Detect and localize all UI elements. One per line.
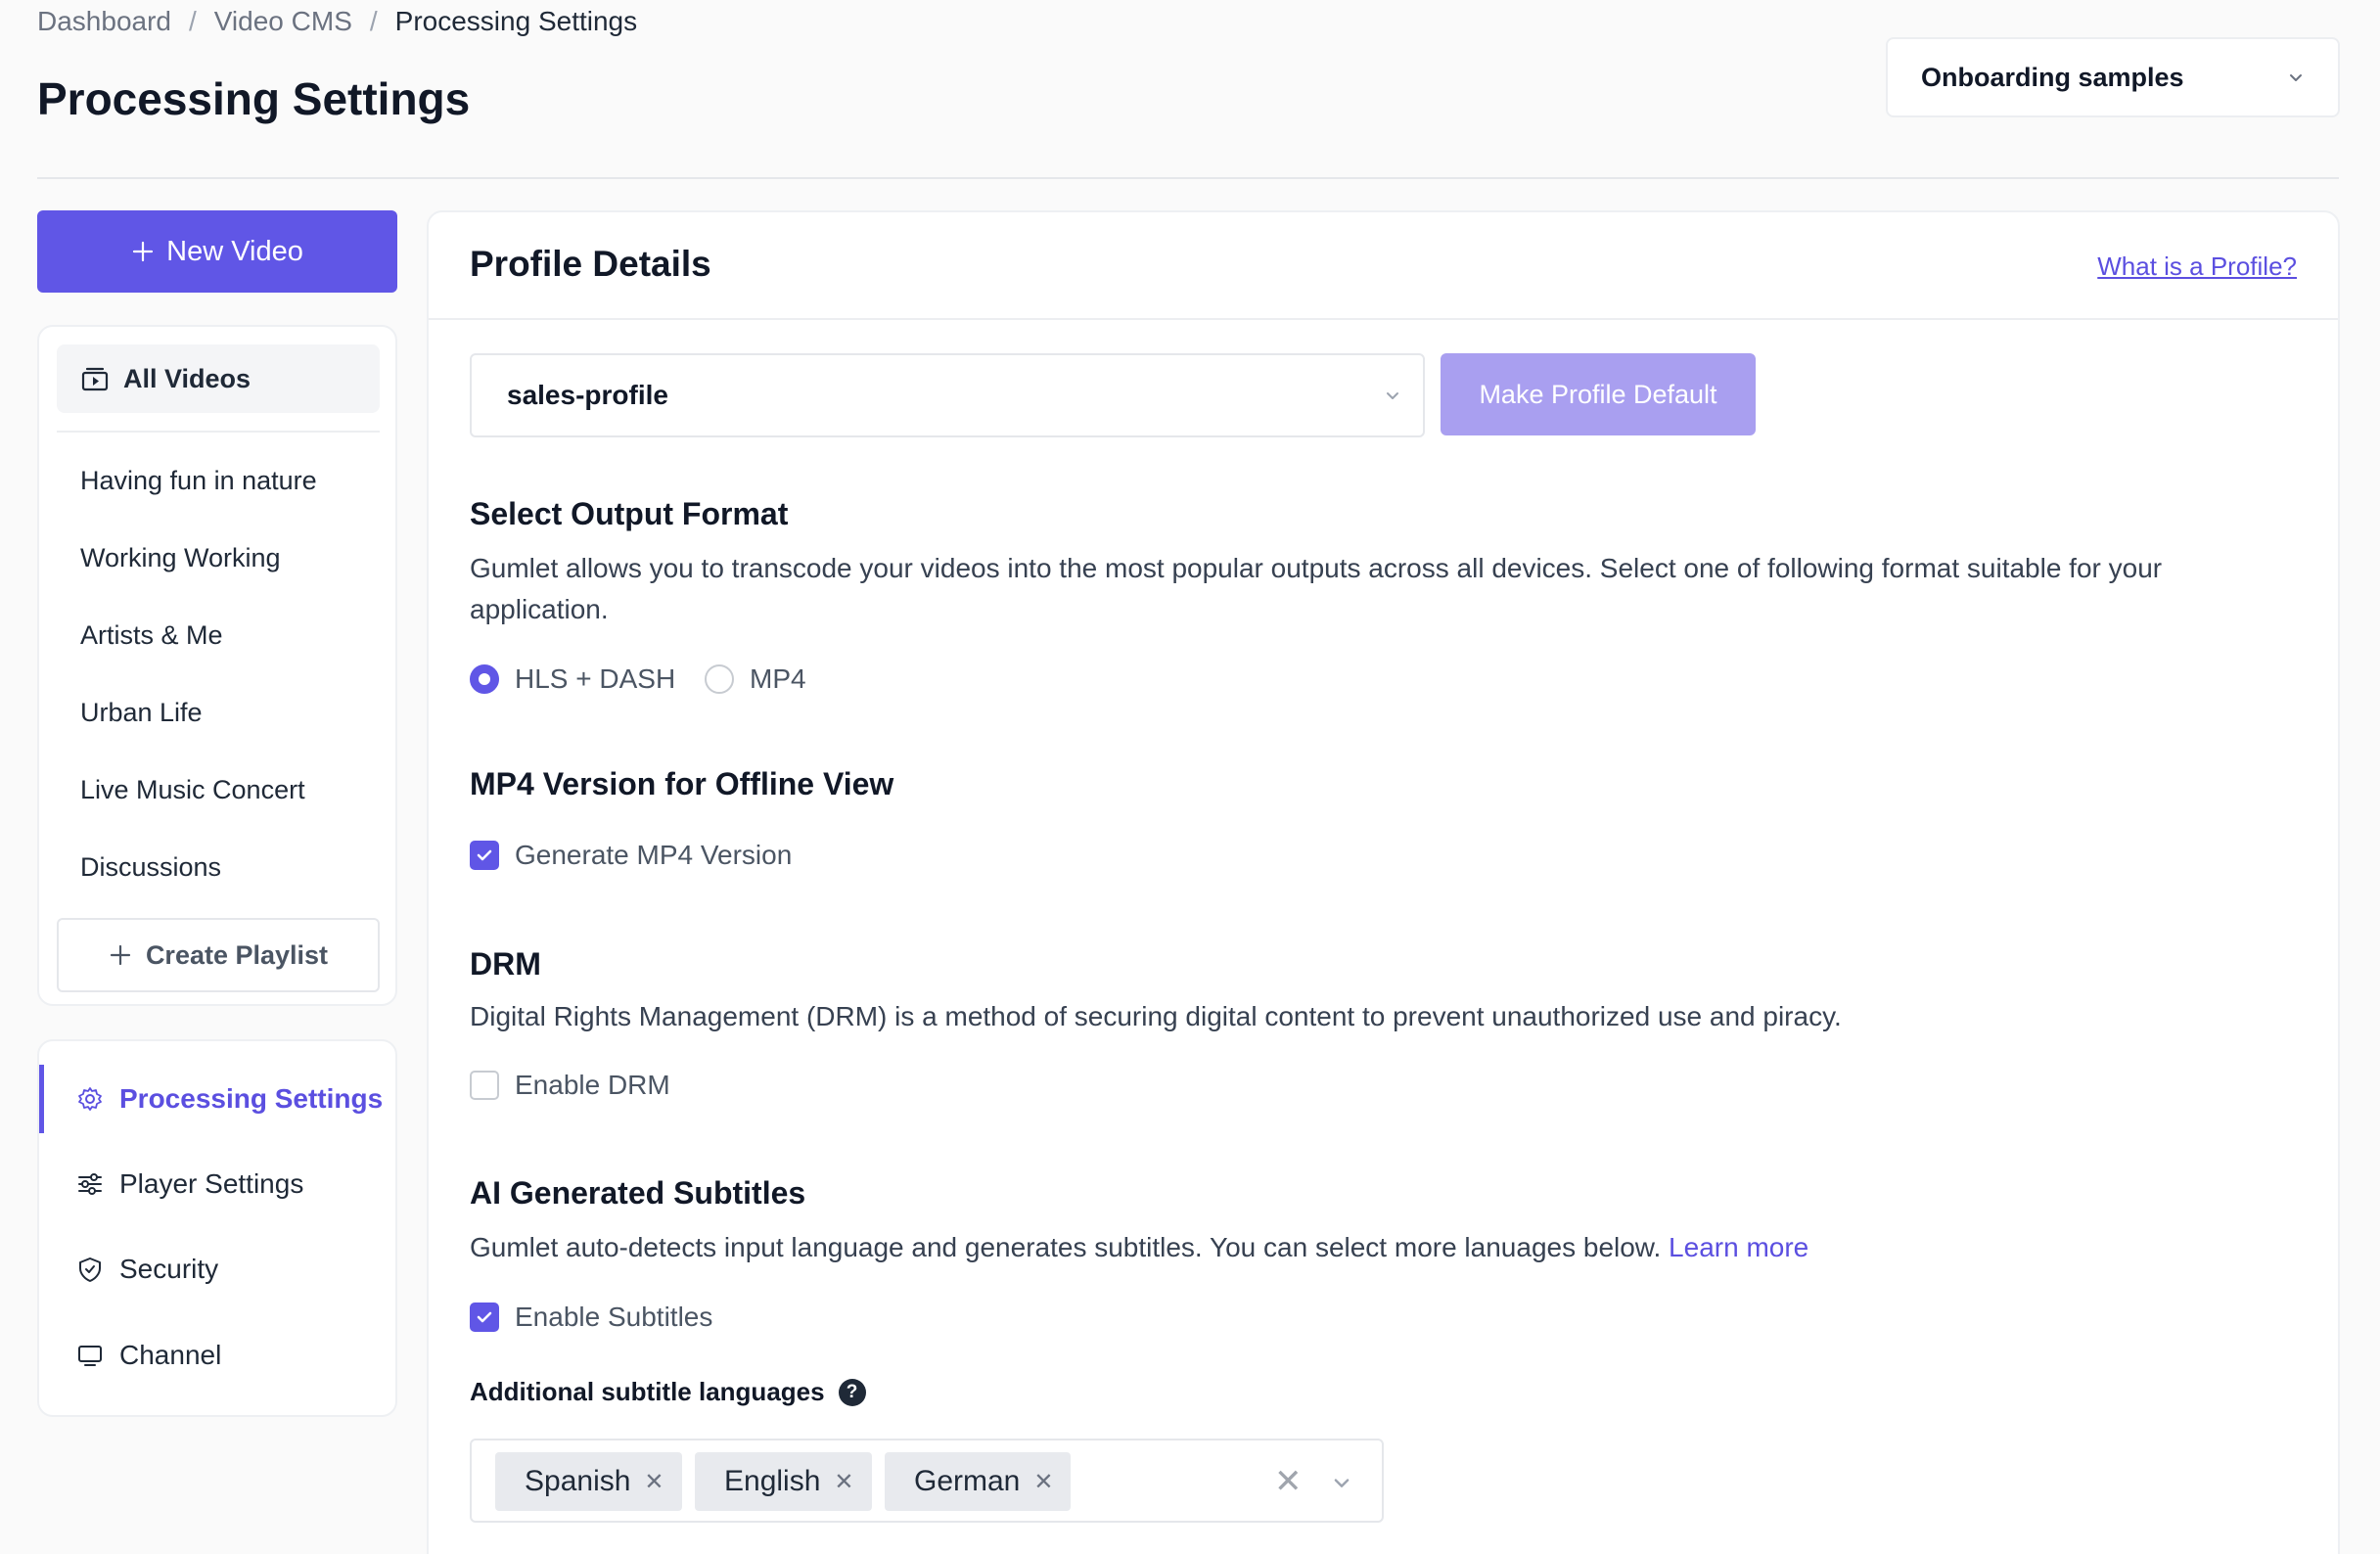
profile-details-panel: Profile Details What is a Profile? sales… xyxy=(427,210,2340,1554)
playlist-item[interactable]: Artists & Me xyxy=(80,620,223,651)
monitor-icon xyxy=(78,1346,102,1366)
video-library-icon xyxy=(81,367,109,391)
subtitles-title: AI Generated Subtitles xyxy=(470,1175,806,1211)
playlist-item[interactable]: Urban Life xyxy=(80,698,203,728)
output-format-title: Select Output Format xyxy=(470,496,789,531)
header-divider xyxy=(37,177,2339,179)
subtitle-languages-select[interactable]: Spanish ✕ English ✕ German ✕ ✕ xyxy=(470,1439,1384,1523)
settings-item-label: Processing Settings xyxy=(119,1083,384,1114)
all-videos-nav[interactable]: All Videos xyxy=(57,344,380,413)
remove-tag-icon[interactable]: ✕ xyxy=(1033,1468,1053,1496)
additional-languages-text: Additional subtitle languages xyxy=(470,1377,825,1406)
output-format-description: Gumlet allows you to transcode your vide… xyxy=(470,553,2163,624)
drm-description: Digital Rights Management (DRM) is a met… xyxy=(470,1001,1842,1031)
language-tag: Spanish ✕ xyxy=(495,1452,682,1511)
panel-title: Profile Details xyxy=(470,244,711,284)
language-tag: German ✕ xyxy=(885,1452,1072,1511)
new-video-label: New Video xyxy=(166,235,303,267)
checkbox-label: Enable Subtitles xyxy=(515,1302,713,1332)
gear-icon xyxy=(78,1087,102,1111)
settings-item-label: Channel xyxy=(119,1340,222,1370)
settings-item-security[interactable]: Security xyxy=(39,1235,397,1303)
create-playlist-button[interactable]: Create Playlist xyxy=(57,918,380,992)
radio-button[interactable] xyxy=(705,664,734,694)
breadcrumb-separator: / xyxy=(369,6,378,36)
additional-languages-label: Additional subtitle languages ? xyxy=(470,1377,866,1407)
checkbox-label: Generate MP4 Version xyxy=(515,840,793,870)
plus-icon xyxy=(110,944,131,966)
settings-item-processing[interactable]: Processing Settings xyxy=(39,1065,397,1133)
drm-title: DRM xyxy=(470,946,541,982)
language-tag-label: Spanish xyxy=(525,1465,631,1497)
checkbox-label: Enable DRM xyxy=(515,1070,670,1100)
subtitles-description-text: Gumlet auto-detects input language and g… xyxy=(470,1232,1662,1262)
plus-icon xyxy=(133,241,154,262)
enable-subtitles-option[interactable]: Enable Subtitles xyxy=(470,1302,712,1333)
language-tag-label: English xyxy=(724,1465,821,1497)
video-nav-panel: All Videos Having fun in nature Working … xyxy=(37,325,397,1006)
mp4-offline-title: MP4 Version for Offline View xyxy=(470,766,894,801)
generate-mp4-option[interactable]: Generate MP4 Version xyxy=(470,840,792,871)
remove-tag-icon[interactable]: ✕ xyxy=(834,1468,853,1496)
chevron-down-icon xyxy=(2290,74,2302,81)
radio-mp4[interactable]: MP4 xyxy=(705,663,806,695)
check-icon xyxy=(477,849,492,861)
language-tag-label: German xyxy=(914,1465,1021,1497)
radio-label: MP4 xyxy=(750,663,806,694)
radio-button[interactable] xyxy=(470,664,499,694)
settings-item-label: Player Settings xyxy=(119,1168,304,1199)
nav-divider xyxy=(57,431,380,433)
sliders-icon xyxy=(78,1173,102,1195)
page-title: Processing Settings xyxy=(37,73,471,124)
shield-icon xyxy=(79,1257,101,1282)
enable-subtitles-checkbox[interactable] xyxy=(470,1303,499,1332)
all-videos-label: All Videos xyxy=(123,363,252,393)
new-video-button[interactable]: New Video xyxy=(37,210,397,293)
settings-item-player[interactable]: Player Settings xyxy=(39,1150,397,1218)
breadcrumb-video-cms[interactable]: Video CMS xyxy=(214,6,352,37)
profile-select-value: sales-profile xyxy=(507,380,668,410)
learn-more-link[interactable]: Learn more xyxy=(1669,1232,1808,1262)
breadcrumb-dashboard[interactable]: Dashboard xyxy=(37,6,171,37)
enable-drm-checkbox[interactable] xyxy=(470,1071,499,1100)
workspace-select-value: Onboarding samples xyxy=(1921,62,2184,92)
check-icon xyxy=(477,1311,492,1323)
clear-all-icon[interactable]: ✕ xyxy=(1274,1462,1303,1501)
breadcrumb-current: Processing Settings xyxy=(394,6,638,36)
panel-header: Profile Details What is a Profile? xyxy=(429,212,2338,320)
radio-hls-dash[interactable]: HLS + DASH xyxy=(470,663,675,695)
enable-drm-option[interactable]: Enable DRM xyxy=(470,1070,670,1101)
playlist-item[interactable]: Working Working xyxy=(80,543,281,573)
language-tag: English ✕ xyxy=(695,1452,872,1511)
subtitles-description: Gumlet auto-detects input language and g… xyxy=(470,1227,2300,1268)
settings-item-channel[interactable]: Channel xyxy=(39,1321,397,1390)
breadcrumb-separator: / xyxy=(188,6,197,36)
chevron-down-icon[interactable] xyxy=(1331,1472,1352,1493)
settings-item-label: Security xyxy=(119,1254,219,1284)
playlist-item[interactable]: Discussions xyxy=(80,852,221,883)
playlist-item[interactable]: Live Music Concert xyxy=(80,775,305,805)
playlist-item[interactable]: Having fun in nature xyxy=(80,466,317,496)
profile-select[interactable]: sales-profile xyxy=(470,353,1425,437)
generate-mp4-checkbox[interactable] xyxy=(470,841,499,870)
chevron-down-icon xyxy=(1387,392,1398,399)
what-is-profile-link[interactable]: What is a Profile? xyxy=(2097,251,2297,282)
workspace-select[interactable]: Onboarding samples xyxy=(1886,37,2340,117)
create-playlist-label: Create Playlist xyxy=(145,939,329,970)
make-profile-default-button[interactable]: Make Profile Default xyxy=(1441,353,1756,435)
breadcrumb: Dashboard / Video CMS / Processing Setti… xyxy=(37,6,637,37)
settings-nav-panel: Processing Settings Player Settings Secu… xyxy=(37,1039,397,1417)
help-icon[interactable]: ? xyxy=(838,1378,866,1406)
radio-label: HLS + DASH xyxy=(515,663,676,694)
remove-tag-icon[interactable]: ✕ xyxy=(644,1468,664,1496)
